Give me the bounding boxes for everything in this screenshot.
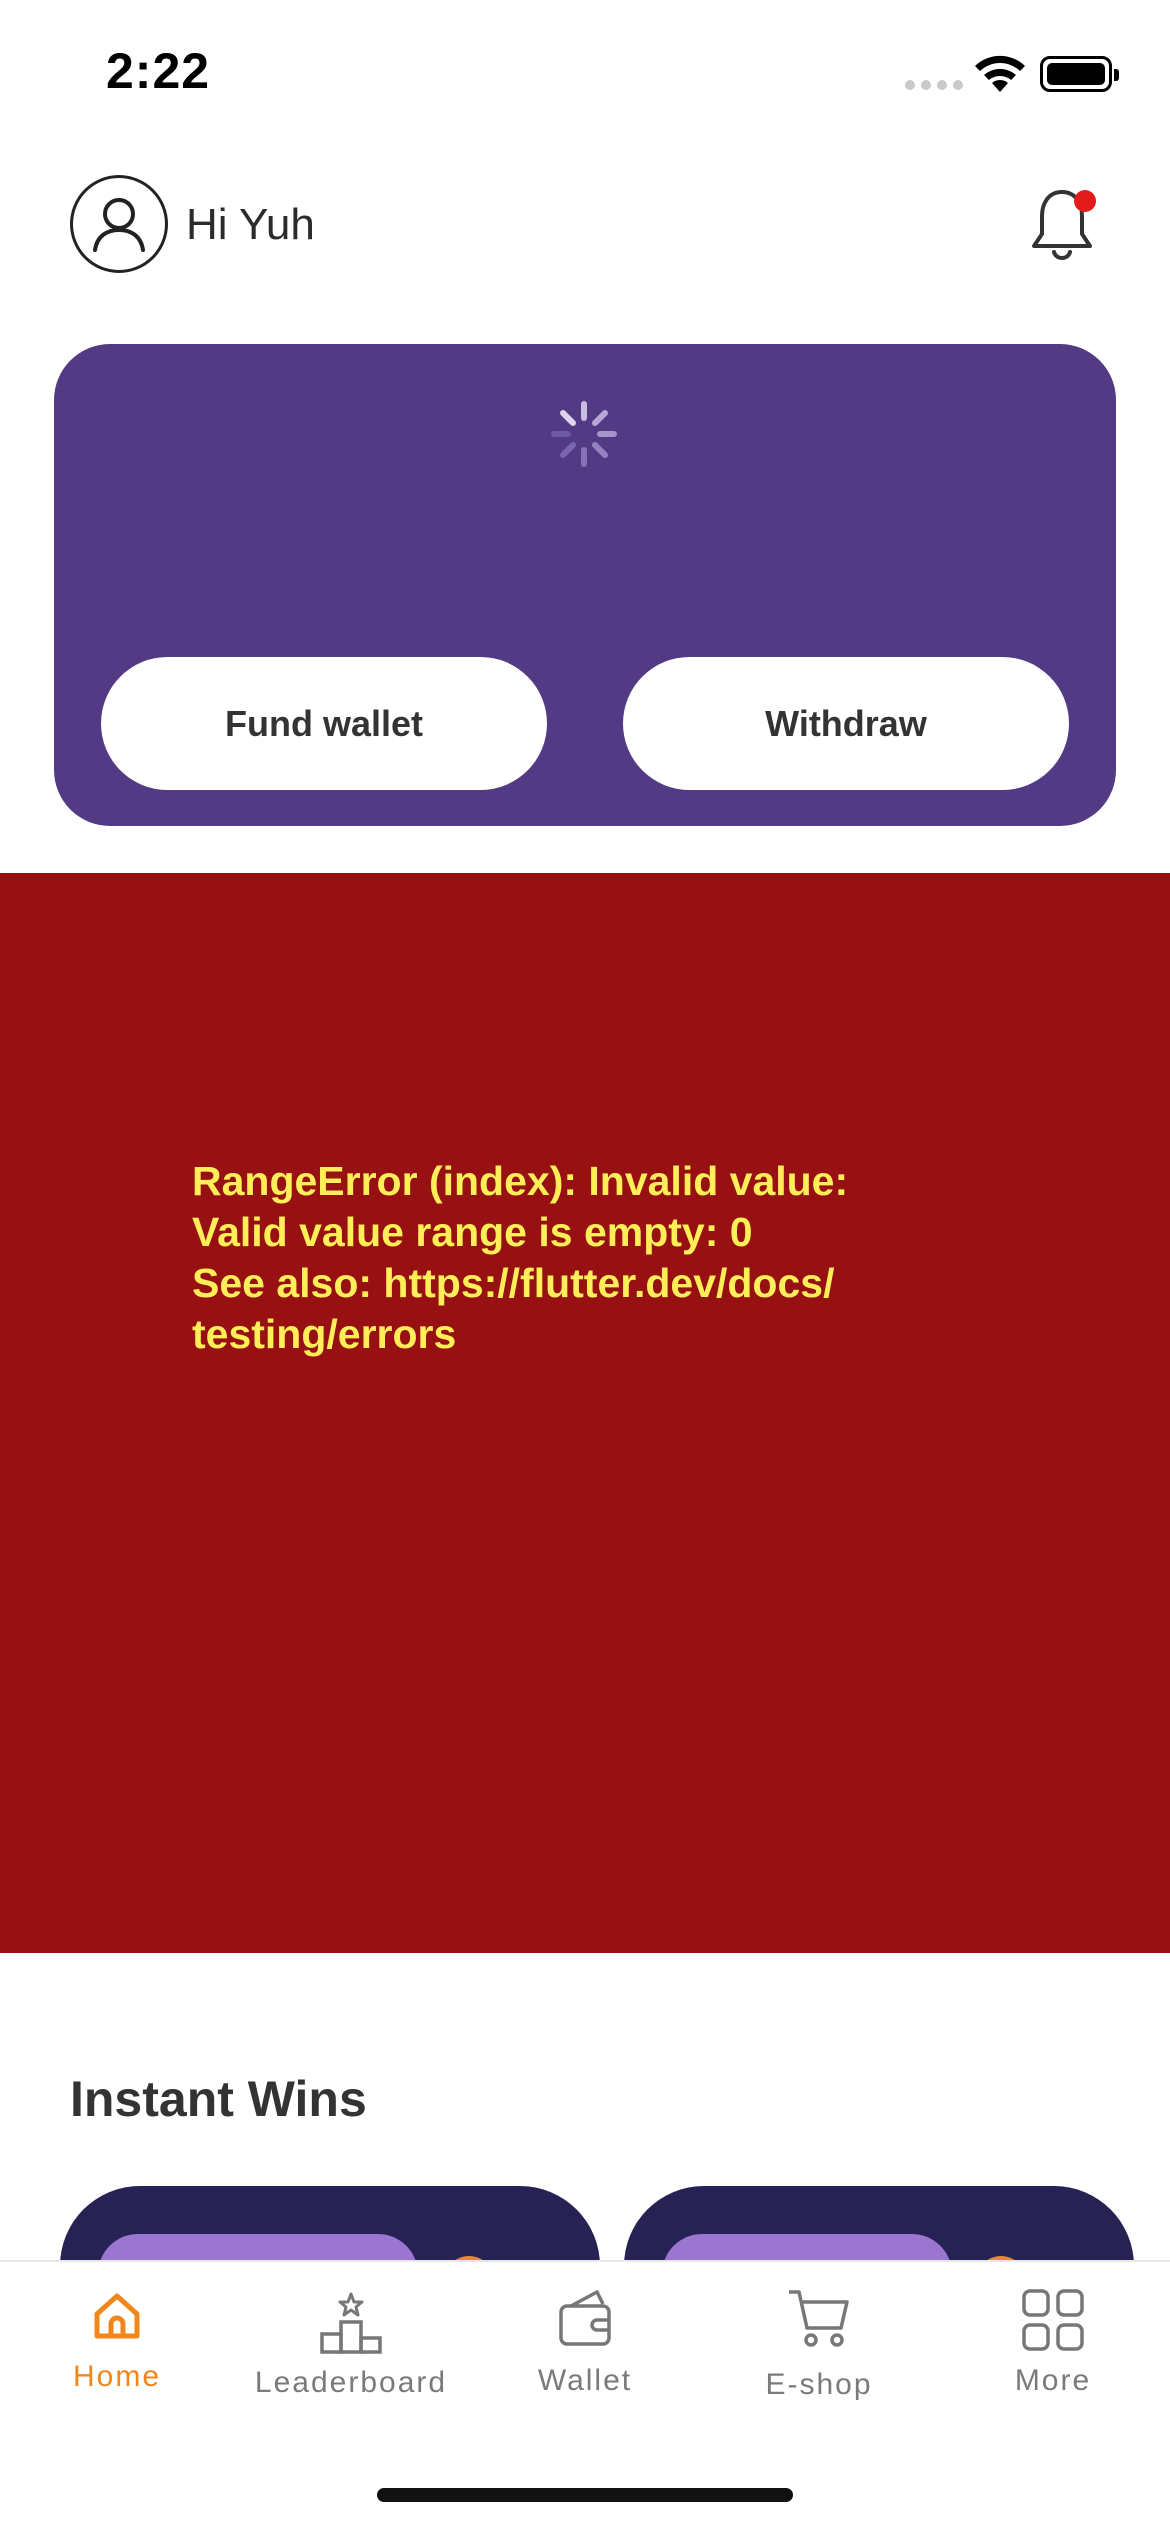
- battery-icon: [1040, 56, 1119, 92]
- user-icon: [93, 198, 145, 252]
- grid-icon: [1022, 2289, 1084, 2351]
- fund-wallet-button[interactable]: Fund wallet: [101, 657, 547, 790]
- withdraw-button[interactable]: Withdraw: [623, 657, 1069, 790]
- nav-label-leaderboard: Leaderboard: [254, 2366, 448, 2399]
- error-panel: RangeError (index): Invalid value: Valid…: [0, 873, 1170, 1953]
- nav-label-eshop: E-shop: [765, 2368, 873, 2401]
- avatar[interactable]: [70, 175, 168, 273]
- error-message: RangeError (index): Invalid value: Valid…: [192, 1158, 849, 1357]
- home-icon: [94, 2293, 140, 2339]
- nav-label-wallet: Wallet: [537, 2364, 633, 2397]
- nav-item-more[interactable]: More: [936, 2262, 1170, 2462]
- nav-item-wallet[interactable]: Wallet: [468, 2262, 702, 2462]
- nav-label-more: More: [1014, 2364, 1092, 2397]
- loading-spinner-icon: [551, 401, 617, 467]
- status-bar: 2:22: [0, 0, 1170, 140]
- nav-item-eshop[interactable]: E-shop: [702, 2262, 936, 2462]
- wallet-icon: [559, 2290, 611, 2346]
- home-indicator: [377, 2488, 793, 2502]
- greeting-text: Hi Yuh: [186, 200, 315, 249]
- wifi-icon: [975, 55, 1025, 92]
- instant-wins-title: Instant Wins: [70, 2071, 367, 2127]
- podium-icon: [320, 2292, 382, 2354]
- nav-item-home[interactable]: Home: [0, 2262, 234, 2462]
- cellular-signal-icon: [905, 80, 963, 90]
- notification-badge: [1074, 190, 1096, 212]
- nav-item-leaderboard[interactable]: Leaderboard: [234, 2262, 468, 2462]
- cart-icon: [789, 2290, 849, 2347]
- nav-label-home: Home: [72, 2360, 162, 2393]
- status-time: 2:22: [106, 43, 211, 99]
